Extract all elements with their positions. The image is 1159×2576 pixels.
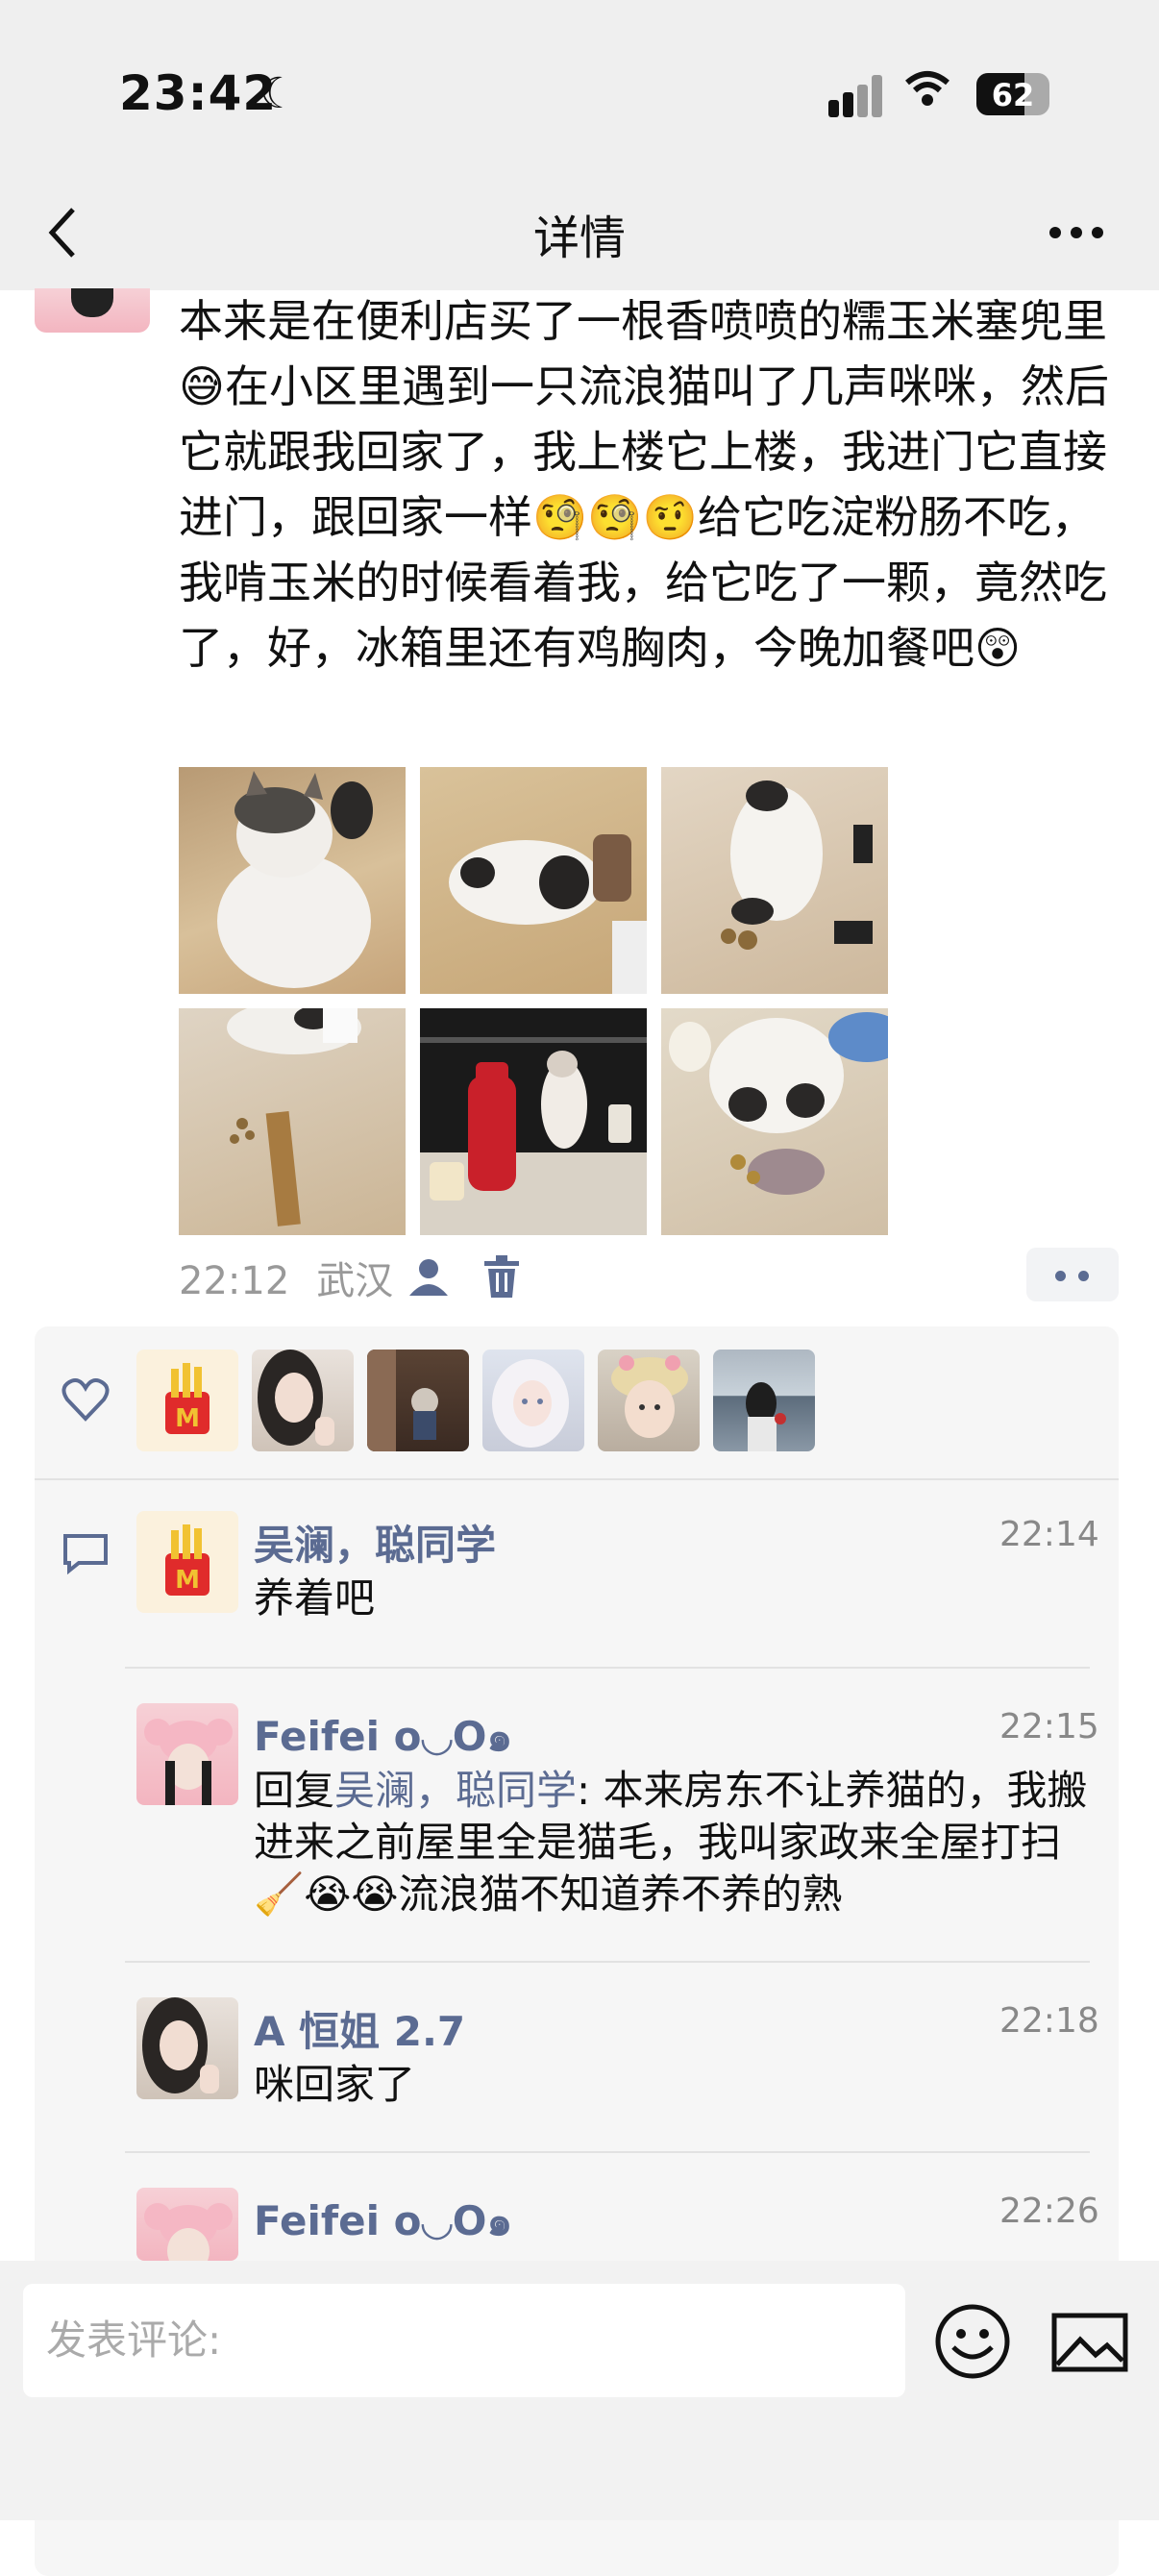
battery-level: 62 bbox=[991, 77, 1035, 113]
avatar[interactable] bbox=[136, 2188, 238, 2261]
status-time: 23:42 bbox=[119, 65, 278, 121]
photo-6[interactable] bbox=[661, 1008, 888, 1235]
comment-text[interactable]: 回复吴澜，聪同学: 本来房东不让养猫的，我搬进来之前屋里全是猫毛，我叫家政来全屋… bbox=[254, 1765, 1099, 1920]
avatar[interactable] bbox=[598, 1350, 700, 1451]
avatar[interactable] bbox=[252, 1350, 354, 1451]
avatar[interactable] bbox=[713, 1350, 815, 1451]
post-author-avatar[interactable] bbox=[35, 288, 150, 333]
divider bbox=[125, 1961, 1090, 1963]
photo-3[interactable] bbox=[661, 767, 888, 994]
page-title: 详情 bbox=[532, 211, 626, 265]
comment-time: 22:26 bbox=[999, 2192, 1099, 2231]
battery-icon: 62 bbox=[976, 73, 1049, 115]
avatar[interactable] bbox=[136, 1703, 238, 1805]
avatar[interactable] bbox=[136, 1997, 238, 2099]
divider bbox=[125, 2151, 1090, 2153]
divider bbox=[35, 1478, 1119, 1480]
avatar[interactable]: M bbox=[136, 1350, 238, 1451]
comment-text[interactable]: 咪回家了 bbox=[254, 2059, 1109, 2111]
comment-author[interactable]: Feifei o◡O๑ bbox=[254, 1705, 512, 1769]
divider bbox=[125, 1667, 1090, 1669]
emoji-icon[interactable] bbox=[934, 2303, 1011, 2380]
comment-time: 22:15 bbox=[999, 1707, 1099, 1746]
moon-icon: ☾ bbox=[259, 69, 298, 118]
trash-icon[interactable] bbox=[482, 1255, 521, 1298]
comment-text[interactable]: 养着吧 bbox=[254, 1573, 1109, 1624]
photo-4[interactable] bbox=[179, 1008, 406, 1235]
image-icon[interactable] bbox=[1051, 2313, 1128, 2372]
heart-icon bbox=[62, 1378, 110, 1434]
reply-target[interactable]: 吴澜，聪同学 bbox=[334, 1767, 577, 1814]
svg-text:M: M bbox=[175, 1566, 200, 1595]
comment-time: 22:18 bbox=[999, 2001, 1099, 2041]
comment-input[interactable]: 发表评论: bbox=[23, 2284, 905, 2397]
post-meta: 22:12 武汉 bbox=[179, 1250, 393, 1305]
comment-icon bbox=[62, 1532, 110, 1575]
photo-1[interactable] bbox=[179, 767, 406, 994]
comment-time: 22:14 bbox=[999, 1515, 1099, 1554]
comment-author[interactable]: Feifei o◡O๑ bbox=[254, 2190, 512, 2253]
contact-icon[interactable] bbox=[407, 1255, 450, 1298]
post-actions-button[interactable] bbox=[1026, 1248, 1119, 1301]
nav-bar: 详情 bbox=[0, 183, 1159, 290]
post-time: 22:12 bbox=[179, 1259, 290, 1303]
post-location[interactable]: 武汉 bbox=[316, 1259, 393, 1303]
reply-prefix: 回复 bbox=[254, 1767, 335, 1814]
post-text: 本来是在便利店买了一根香喷喷的糯玉米塞兜里😅在小区里遇到一只流浪猫叫了几声咪咪，… bbox=[179, 295, 1109, 674]
wifi-icon bbox=[905, 69, 949, 118]
avatar[interactable] bbox=[482, 1350, 584, 1451]
status-bar: 23:42 ☾ 62 bbox=[0, 0, 1159, 183]
avatar[interactable]: M bbox=[136, 1511, 238, 1613]
comment-composer: 发表评论: bbox=[0, 2261, 1159, 2520]
photo-5[interactable] bbox=[420, 1008, 647, 1235]
comment-author[interactable]: 吴澜，聪同学 bbox=[254, 1513, 496, 1572]
more-icon[interactable] bbox=[1048, 185, 1105, 257]
photo-2[interactable] bbox=[420, 767, 647, 994]
signal-icon bbox=[828, 75, 886, 117]
svg-text:M: M bbox=[175, 1404, 200, 1433]
comment-author[interactable]: A 恒姐 2.7 bbox=[254, 1999, 465, 2058]
avatar[interactable] bbox=[367, 1350, 469, 1451]
